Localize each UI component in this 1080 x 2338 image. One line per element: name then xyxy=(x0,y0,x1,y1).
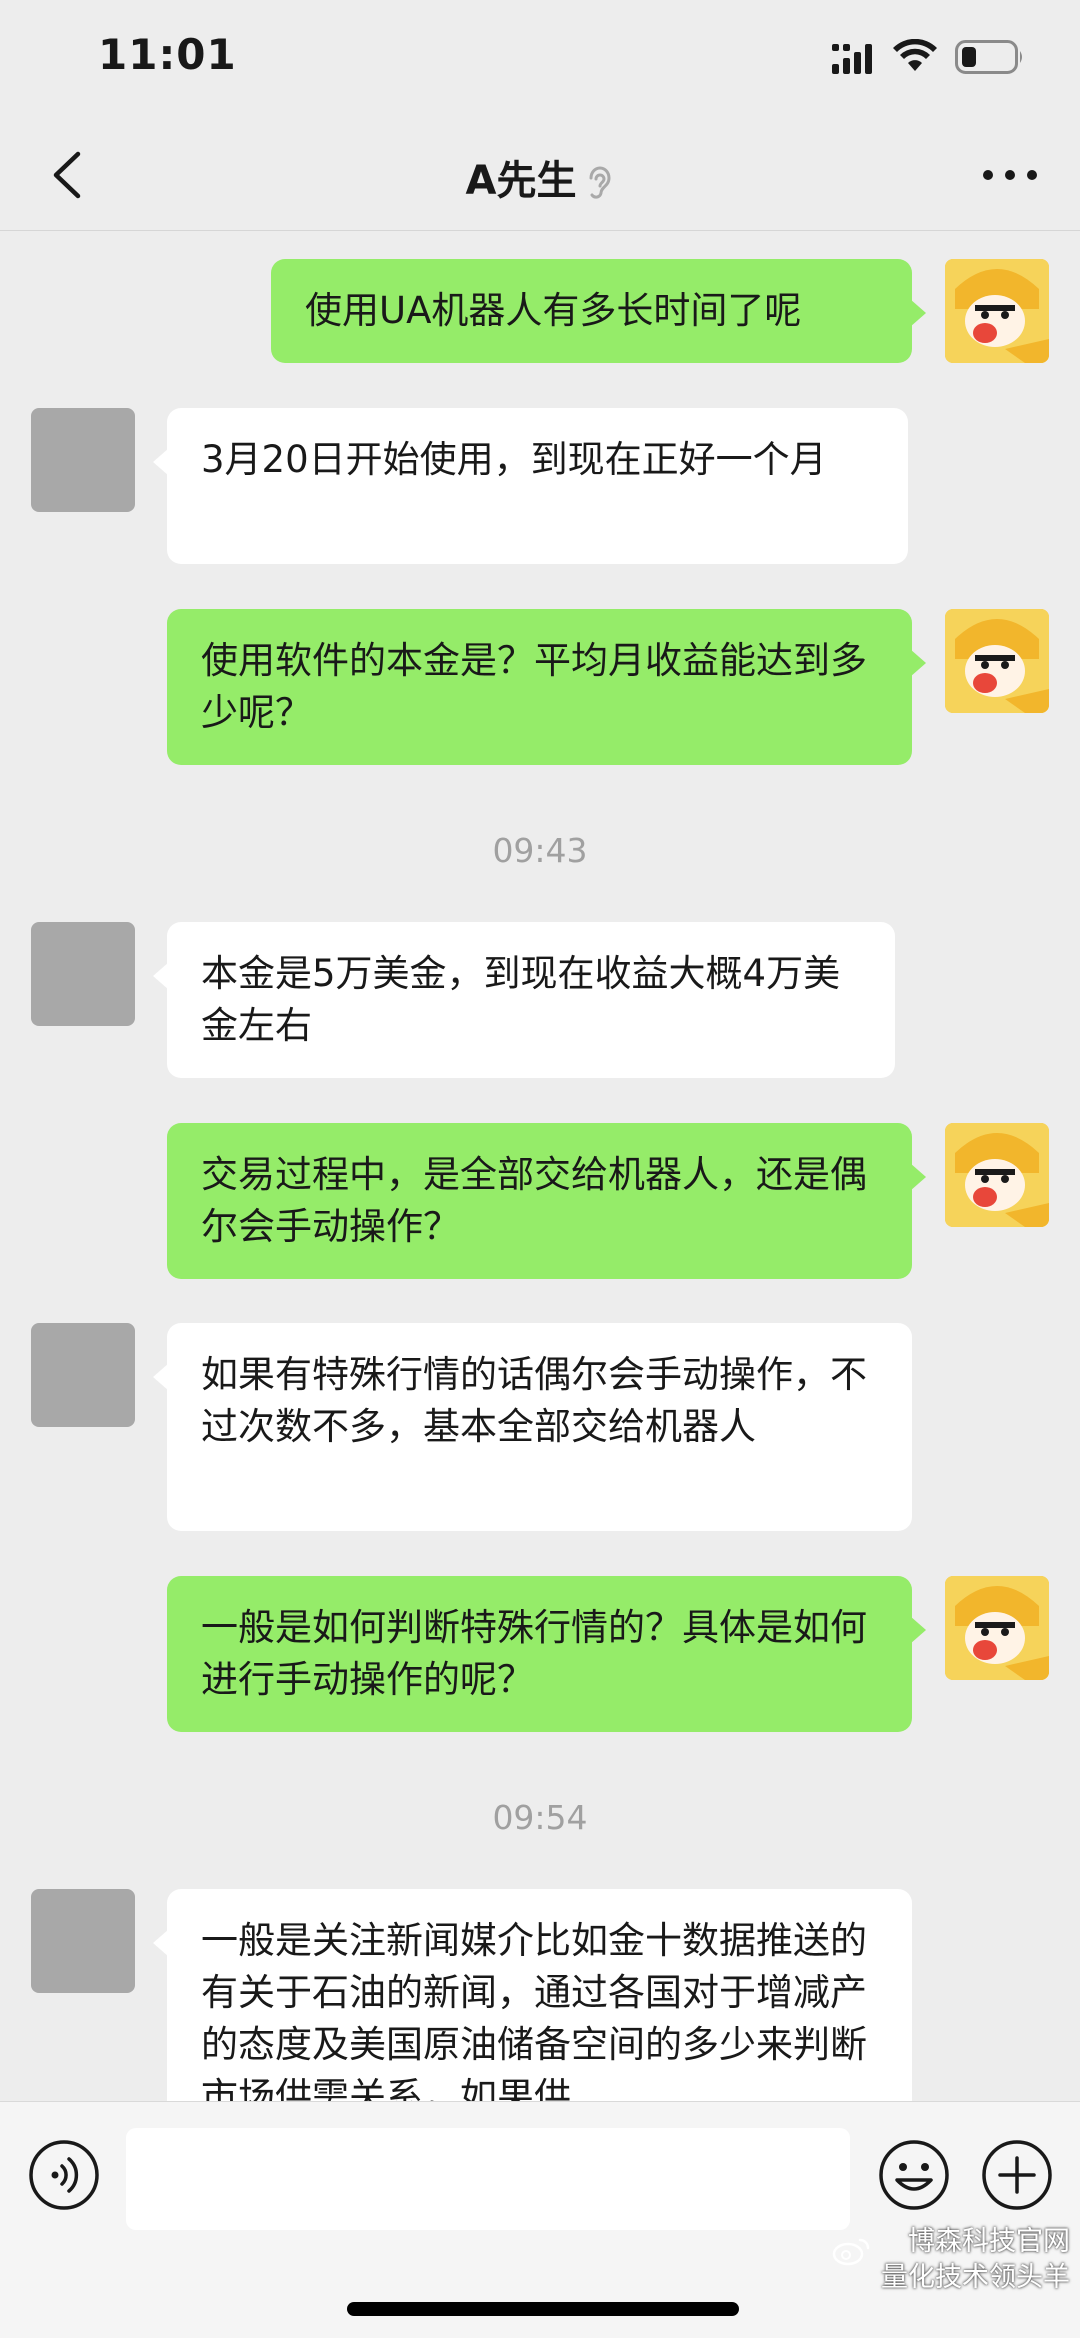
message-timestamp: 09:43 xyxy=(492,831,588,870)
watermark-line-1: 博森科技官网 xyxy=(908,2226,1070,2257)
watermark: 博森科技官网 量化技术领头羊 xyxy=(830,2224,1070,2296)
message-text: 交易过程中，是全部交给机器人，还是偶尔会手动操作？ xyxy=(201,1153,867,1248)
chat-title: A先生 xyxy=(0,148,1080,206)
message-timestamp: 09:54 xyxy=(492,1798,588,1837)
contact-avatar[interactable] xyxy=(31,1889,135,1993)
earpiece-mode-icon xyxy=(589,166,611,199)
sent-message-bubble[interactable]: 使用软件的本金是？平均月收益能达到多少呢？ xyxy=(167,609,926,765)
my-avatar[interactable] xyxy=(945,1576,1049,1680)
cartoon-avatar-icon xyxy=(945,259,1049,363)
emoji-icon[interactable] xyxy=(877,2138,951,2212)
received-message-bubble[interactable]: 一般是关注新闻媒介比如金十数据推送的有关于石油的新闻，通过各国对于增减产的态度及… xyxy=(153,1889,912,2101)
contact-avatar[interactable] xyxy=(31,1323,135,1427)
status-time: 11:01 xyxy=(98,30,237,79)
sent-message-bubble[interactable]: 使用UA机器人有多长时间了呢 xyxy=(271,259,926,363)
chat-messages[interactable]: 使用UA机器人有多长时间了呢 3月20日开始使用，到现在正好一个月 使用软件的本… xyxy=(0,231,1080,2101)
plus-icon[interactable] xyxy=(980,2138,1054,2212)
status-bar: 11:01 xyxy=(0,0,1080,120)
contact-avatar[interactable] xyxy=(31,922,135,1026)
sent-message-bubble[interactable]: 一般是如何判断特殊行情的？具体是如何进行手动操作的呢？ xyxy=(167,1576,926,1732)
cartoon-avatar-icon xyxy=(945,1123,1049,1227)
my-avatar[interactable] xyxy=(945,1123,1049,1227)
wifi-icon xyxy=(893,39,937,71)
chat-title-text: A先生 xyxy=(465,158,577,204)
my-avatar[interactable] xyxy=(945,609,1049,713)
message-input[interactable] xyxy=(126,2128,850,2230)
message-text: 使用软件的本金是？平均月收益能达到多少呢？ xyxy=(201,639,867,734)
cartoon-avatar-icon xyxy=(945,1576,1049,1680)
message-text: 本金是5万美金，到现在收益大概4万美金左右 xyxy=(201,952,841,1047)
sent-message-bubble[interactable]: 交易过程中，是全部交给机器人，还是偶尔会手动操作？ xyxy=(167,1123,926,1279)
cartoon-avatar-icon xyxy=(945,609,1049,713)
message-text: 使用UA机器人有多长时间了呢 xyxy=(305,289,802,332)
nav-bar: A先生 xyxy=(0,120,1080,231)
battery-icon xyxy=(955,40,1022,74)
more-options-icon[interactable] xyxy=(980,158,1040,192)
message-text: 一般是如何判断特殊行情的？具体是如何进行手动操作的呢？ xyxy=(201,1606,867,1701)
message-text: 如果有特殊行情的话偶尔会手动操作，不过次数不多，基本全部交给机器人 xyxy=(201,1353,867,1448)
my-avatar[interactable] xyxy=(945,259,1049,363)
received-message-bubble[interactable]: 如果有特殊行情的话偶尔会手动操作，不过次数不多，基本全部交给机器人 xyxy=(153,1323,912,1531)
voice-input-icon[interactable] xyxy=(27,2138,101,2212)
signal-icon xyxy=(832,44,872,74)
home-indicator xyxy=(347,2302,739,2316)
received-message-bubble[interactable]: 本金是5万美金，到现在收益大概4万美金左右 xyxy=(153,922,895,1078)
message-text: 3月20日开始使用，到现在正好一个月 xyxy=(201,438,827,481)
received-message-bubble[interactable]: 3月20日开始使用，到现在正好一个月 xyxy=(153,408,908,564)
watermark-line-2: 量化技术领头羊 xyxy=(881,2262,1070,2293)
message-text: 一般是关注新闻媒介比如金十数据推送的有关于石油的新闻，通过各国对于增减产的态度及… xyxy=(201,1919,867,2101)
contact-avatar[interactable] xyxy=(31,408,135,512)
